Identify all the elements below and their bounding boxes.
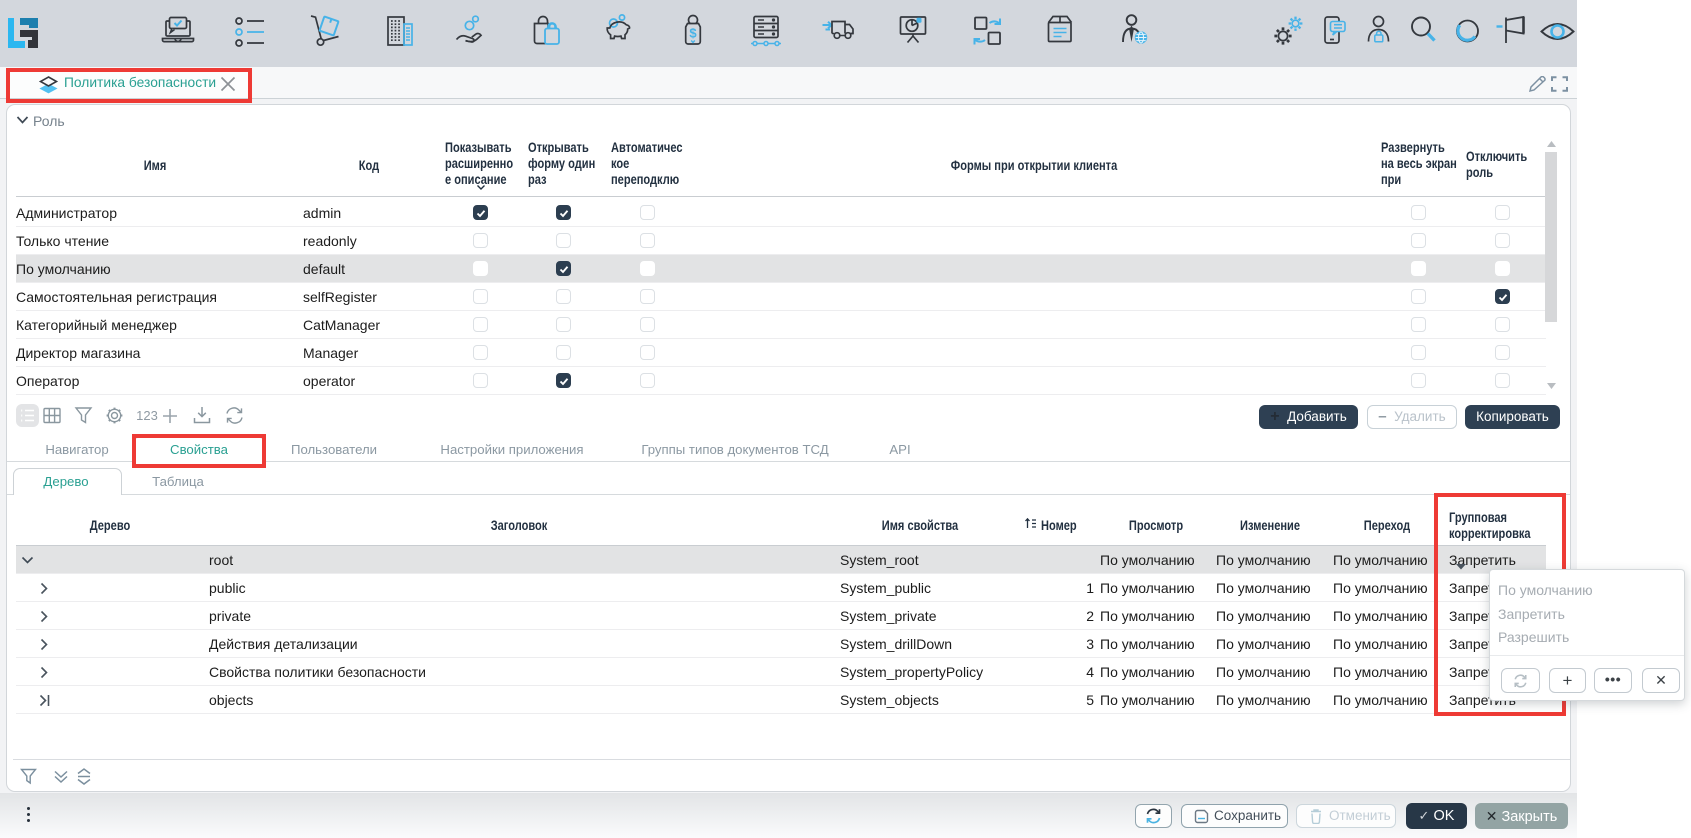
svg-text:$: $ [689,26,697,41]
